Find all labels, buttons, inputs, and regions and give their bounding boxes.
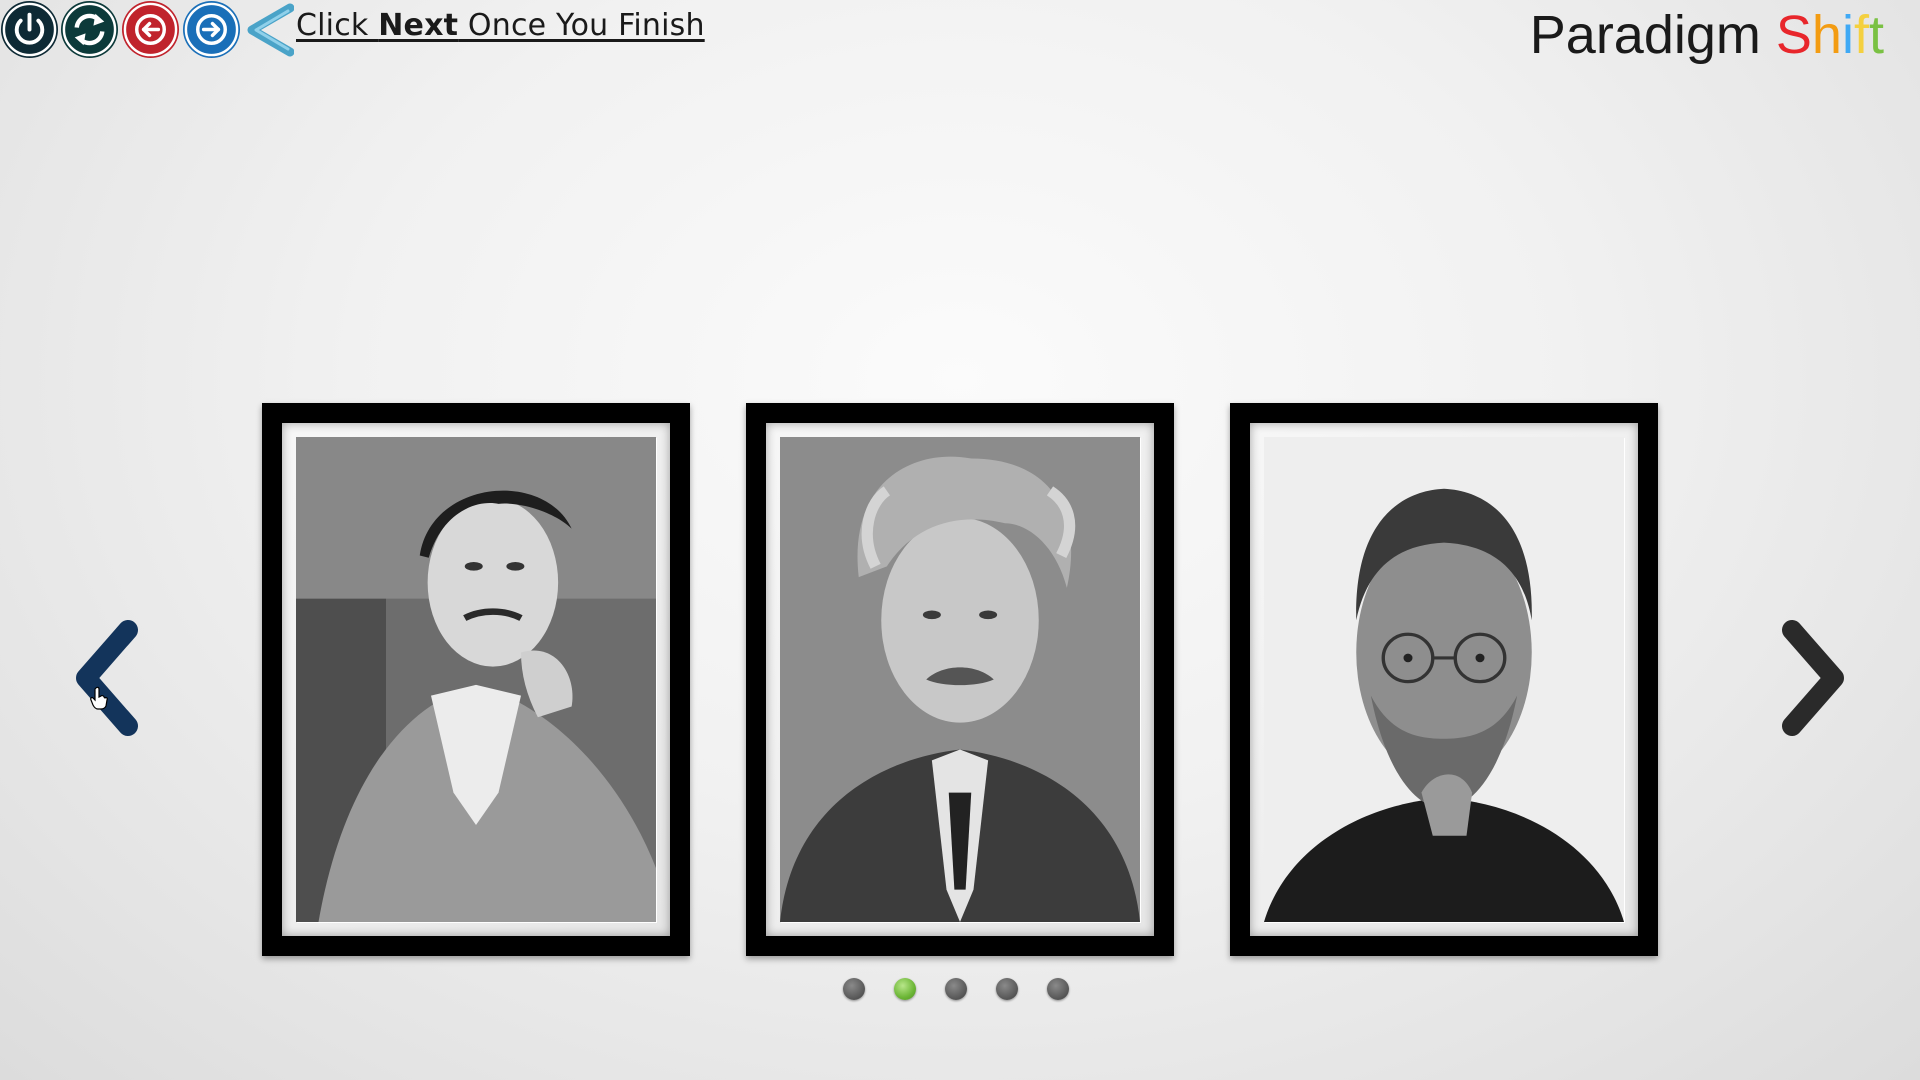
carousel-pagination <box>843 978 1069 1000</box>
brand-letter: h <box>1811 5 1842 65</box>
arrow-right-circle-icon <box>182 0 241 59</box>
instruction-text: Click Next Once You Finish <box>296 8 705 43</box>
carousel-prev-button[interactable] <box>68 618 148 738</box>
portrait-photo-1 <box>296 437 656 922</box>
power-button[interactable] <box>0 0 59 59</box>
carousel-next-button[interactable] <box>1772 618 1852 738</box>
refresh-button[interactable] <box>60 0 119 59</box>
refresh-icon <box>60 0 119 59</box>
carousel-dot-2[interactable] <box>894 978 916 1000</box>
brand-letter: t <box>1868 5 1884 65</box>
portrait-photo-3 <box>1264 437 1624 922</box>
back-button[interactable] <box>121 0 180 59</box>
brand-letter: S <box>1775 5 1812 65</box>
carousel-dot-3[interactable] <box>945 978 967 1000</box>
brand-title: Paradigm Shift <box>1530 4 1884 66</box>
brand-letter: i <box>1841 5 1854 65</box>
hint-prefix: Click <box>296 8 379 43</box>
portrait-frame-3 <box>1230 403 1658 956</box>
hint-arrow-icon <box>247 3 294 57</box>
portrait-frame-1 <box>262 403 690 956</box>
carousel-dot-1[interactable] <box>843 978 865 1000</box>
next-button[interactable] <box>182 0 241 59</box>
portrait-frame-2 <box>746 403 1174 956</box>
hint-suffix: Once You Finish <box>458 8 705 43</box>
carousel-dot-4[interactable] <box>996 978 1018 1000</box>
hint-bold: Next <box>378 8 459 43</box>
arrow-left-circle-icon <box>121 0 180 59</box>
brand-letter: f <box>1853 5 1869 65</box>
carousel-dot-5[interactable] <box>1047 978 1069 1000</box>
brand-word-2: Shift <box>1776 5 1884 65</box>
portrait-photo-2 <box>780 437 1140 922</box>
hand-cursor-icon <box>90 686 108 710</box>
brand-word-1: Paradigm <box>1529 5 1761 65</box>
chevron-right-icon <box>1782 620 1844 736</box>
chevron-left-icon <box>76 620 138 736</box>
power-icon <box>0 0 59 59</box>
